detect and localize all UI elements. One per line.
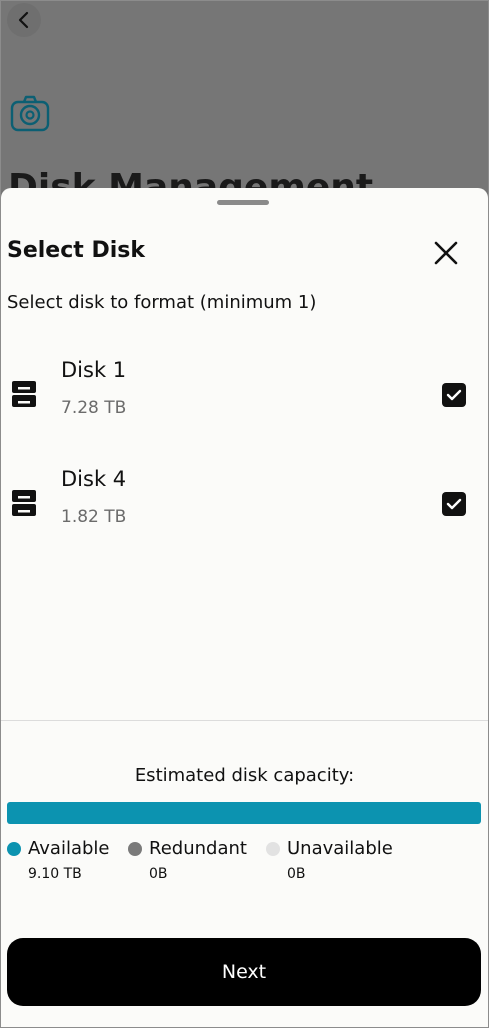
disk-drive-icon — [12, 490, 36, 516]
back-button[interactable] — [7, 3, 41, 37]
gear-icon — [10, 95, 50, 132]
background-page: Disk Management — [1, 1, 488, 208]
disk-name: Disk 4 — [61, 467, 127, 491]
available-dot-icon — [7, 842, 21, 856]
sheet-subtitle: Select disk to format (minimum 1) — [7, 292, 317, 313]
capacity-title: Estimated disk capacity: — [134, 765, 355, 786]
disk-size: 1.82 TB — [61, 507, 127, 527]
legend-value: 9.10 TB — [28, 866, 82, 882]
disk-checkbox[interactable] — [442, 492, 466, 516]
disk-checkbox[interactable] — [442, 383, 466, 407]
select-disk-sheet: Select Disk Select disk to format (minim… — [1, 188, 488, 1027]
legend-value: 0B — [287, 866, 306, 882]
sheet-drag-handle[interactable] — [217, 200, 269, 205]
divider — [1, 720, 488, 721]
app-screen: Disk Management Select Disk Select disk … — [0, 0, 489, 1028]
disk-item[interactable]: Disk 1 7.28 TB — [1, 358, 488, 438]
disk-drive-icon — [12, 381, 36, 407]
legend-label: Redundant — [149, 838, 247, 859]
legend-label: Unavailable — [287, 838, 393, 859]
sheet-title: Select Disk — [7, 238, 145, 263]
redundant-dot-icon — [128, 842, 142, 856]
close-icon — [434, 241, 458, 265]
close-button[interactable] — [431, 238, 461, 268]
chevron-left-icon — [18, 11, 29, 29]
disk-size: 7.28 TB — [61, 398, 127, 418]
next-button[interactable]: Next — [7, 938, 481, 1006]
unavailable-dot-icon — [266, 842, 280, 856]
capacity-bar — [7, 802, 481, 824]
checkbox-checked-icon — [446, 389, 462, 401]
disk-name: Disk 1 — [61, 358, 127, 382]
legend-value: 0B — [149, 866, 168, 882]
disk-item[interactable]: Disk 4 1.82 TB — [1, 467, 488, 547]
legend-label: Available — [28, 838, 110, 859]
checkbox-checked-icon — [446, 498, 462, 510]
